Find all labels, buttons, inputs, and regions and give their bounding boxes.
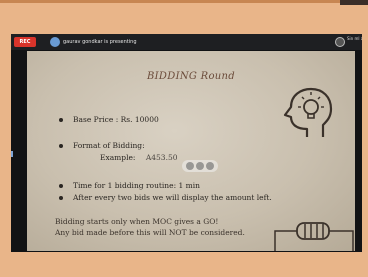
resistor-icon [274, 222, 354, 251]
top-edge-strip [0, 0, 368, 3]
bidding-start-note: Bidding starts only when MOC gives a GO! [55, 217, 219, 226]
side-panel-handle[interactable] [11, 151, 13, 157]
participant-label: Sin ml and n [347, 36, 362, 41]
recording-badge[interactable]: REC [14, 37, 36, 47]
control-button[interactable] [196, 162, 204, 170]
presenter-avatar [50, 37, 60, 47]
slide-player-controls[interactable] [182, 160, 218, 172]
meeting-window: REC gaurav gondkar is presenting Sin ml … [11, 34, 362, 252]
head-lightbulb-icon [283, 87, 333, 137]
bullet-base-price: Base Price : Rs. 10000 [59, 115, 159, 124]
control-button[interactable] [206, 162, 214, 170]
bullet-bidding-format: Format of Bidding: [59, 141, 145, 150]
presenting-status: gaurav gondkar is presenting [63, 39, 137, 45]
example-label: Example: [100, 153, 136, 162]
corner-edge-strip [340, 0, 368, 5]
bullet-bidding-time: Time for 1 bidding routine: 1 min [59, 181, 200, 190]
example-amount: A453.50 [145, 153, 178, 162]
meeting-top-bar: REC gaurav gondkar is presenting Sin ml … [11, 34, 362, 50]
participant-avatar[interactable] [335, 37, 345, 47]
bidding-example: Example: A453.50 [100, 153, 178, 162]
presentation-slide: BIDDING Round Base Price : Rs. 10000 For… [27, 51, 355, 251]
control-button[interactable] [186, 162, 194, 170]
bullet-amount-display: After every two bids we will display the… [59, 193, 272, 202]
bidding-rule-note: Any bid made before this will NOT be con… [55, 228, 245, 237]
slide-title: BIDDING Round [147, 71, 235, 82]
